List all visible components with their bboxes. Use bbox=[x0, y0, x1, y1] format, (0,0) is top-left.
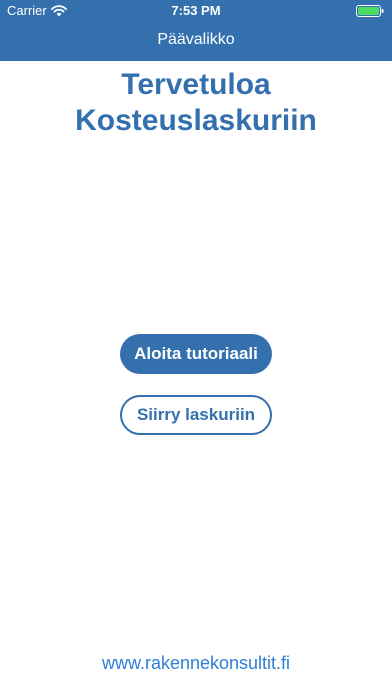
top-bar: Carrier 7:53 PM Päävalikko bbox=[0, 0, 392, 61]
nav-title: Päävalikko bbox=[157, 31, 235, 48]
battery-icon bbox=[356, 5, 384, 17]
start-tutorial-button[interactable]: Aloita tutoriaali bbox=[120, 334, 272, 374]
main-menu-screen: Carrier 7:53 PM Päävalikko Tervetuloa Ko… bbox=[0, 0, 392, 696]
go-to-calculator-button[interactable]: Siirry laskuriin bbox=[120, 395, 272, 435]
welcome-line-1: Tervetuloa bbox=[121, 68, 271, 101]
status-time: 7:53 PM bbox=[171, 3, 221, 18]
status-bar: Carrier 7:53 PM bbox=[0, 0, 392, 22]
welcome-heading: Tervetuloa Kosteuslaskuriin bbox=[0, 67, 392, 139]
website-link[interactable]: www.rakennekonsultit.fi bbox=[0, 653, 392, 674]
welcome-line-2: Kosteuslaskuriin bbox=[75, 104, 317, 137]
